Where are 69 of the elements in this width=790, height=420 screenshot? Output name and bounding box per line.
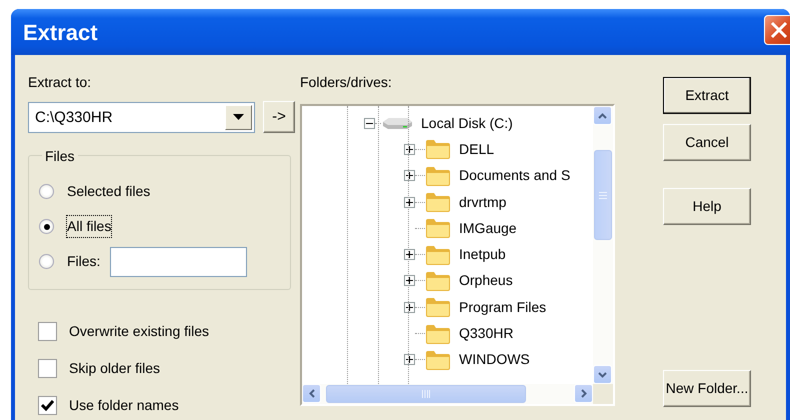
tree-item[interactable]: drvrtmp bbox=[459, 192, 506, 213]
expand-toggle[interactable] bbox=[404, 302, 415, 313]
folder-icon bbox=[425, 296, 451, 318]
checkbox[interactable] bbox=[38, 396, 57, 415]
radio-label[interactable]: Files: bbox=[67, 251, 100, 272]
folder-icon bbox=[425, 164, 451, 187]
expand-toggle[interactable] bbox=[404, 354, 415, 366]
folder-tree[interactable]: Local Disk (C:) DELL Documents and S drvrtmp IMGauge Inetpub Orpheus Program Files Q330HR WINDOWS bbox=[300, 104, 615, 406]
input-field[interactable] bbox=[110, 246, 248, 276]
dropdown-button[interactable] bbox=[225, 104, 252, 130]
field-label: Folders/drives: bbox=[300, 73, 393, 92]
horizontal-scrollbar[interactable] bbox=[302, 384, 613, 404]
expand-toggle[interactable] bbox=[404, 249, 415, 260]
tree-item[interactable]: Q330HR bbox=[459, 323, 514, 344]
scroll-up-button[interactable] bbox=[593, 106, 612, 125]
radio-button[interactable] bbox=[39, 219, 54, 234]
tree-item[interactable]: WINDOWS bbox=[459, 349, 530, 370]
drive-icon bbox=[381, 115, 413, 132]
radio-label[interactable]: All files bbox=[67, 216, 112, 237]
folder-icon bbox=[425, 244, 451, 266]
plus-icon bbox=[405, 302, 414, 312]
plus-icon bbox=[405, 144, 414, 154]
radio-button[interactable] bbox=[39, 254, 54, 269]
tree-item[interactable]: IMGauge bbox=[459, 218, 517, 239]
window-title: Extract bbox=[23, 18, 98, 46]
checkbox[interactable] bbox=[38, 359, 57, 378]
close-button[interactable] bbox=[764, 15, 790, 45]
expand-toggle[interactable] bbox=[404, 196, 415, 208]
help-button[interactable]: Help bbox=[663, 188, 751, 225]
scroll-left-button[interactable] bbox=[302, 384, 321, 403]
checkbox[interactable] bbox=[38, 322, 57, 341]
scroll-thumb[interactable] bbox=[594, 150, 612, 240]
tree-item[interactable]: Orpheus bbox=[459, 270, 513, 292]
tree-item[interactable]: Program Files bbox=[459, 296, 546, 318]
tree-item[interactable]: DELL bbox=[459, 138, 494, 160]
checkbox-label[interactable]: Skip older files bbox=[69, 358, 160, 379]
folder-icon bbox=[425, 322, 451, 345]
plus-icon bbox=[405, 355, 414, 364]
path-field[interactable]: C:\Q330HR bbox=[28, 102, 255, 132]
checkbox-label[interactable]: Use folder names bbox=[69, 395, 179, 416]
plus-icon bbox=[405, 276, 414, 286]
collapse-toggle[interactable] bbox=[364, 118, 375, 129]
folder-icon bbox=[425, 348, 451, 371]
plus-icon bbox=[405, 198, 414, 207]
tree-item[interactable]: Local Disk (C:) bbox=[421, 112, 513, 134]
radio-label[interactable]: Selected files bbox=[67, 181, 150, 202]
dropdown-arrow-icon bbox=[233, 114, 244, 120]
folder-icon bbox=[425, 270, 451, 292]
cancel-button[interactable]: Cancel bbox=[663, 124, 751, 161]
expand-toggle[interactable] bbox=[404, 170, 415, 182]
scroll-down-button[interactable] bbox=[593, 365, 612, 384]
folder-icon bbox=[425, 217, 451, 240]
new-folder-button[interactable]: New Folder... bbox=[663, 370, 751, 407]
extract-button[interactable]: Extract bbox=[663, 77, 751, 114]
checkbox-label[interactable]: Overwrite existing files bbox=[69, 321, 210, 342]
scroll-thumb[interactable] bbox=[326, 385, 526, 403]
expand-toggle[interactable] bbox=[404, 275, 415, 286]
folder-icon bbox=[425, 191, 451, 214]
plus-icon bbox=[405, 171, 414, 180]
tree-item[interactable]: Documents and S bbox=[459, 165, 570, 186]
plus-icon bbox=[405, 250, 414, 260]
scrollbar-corner bbox=[593, 384, 613, 404]
radio-button[interactable] bbox=[39, 184, 54, 199]
scroll-right-button[interactable] bbox=[574, 384, 593, 403]
expand-toggle[interactable] bbox=[404, 144, 415, 155]
folder-icon bbox=[425, 138, 451, 160]
browse-button[interactable]: -> bbox=[263, 101, 295, 133]
tree-item[interactable]: Inetpub bbox=[459, 244, 506, 266]
vertical-scrollbar[interactable] bbox=[593, 106, 613, 384]
